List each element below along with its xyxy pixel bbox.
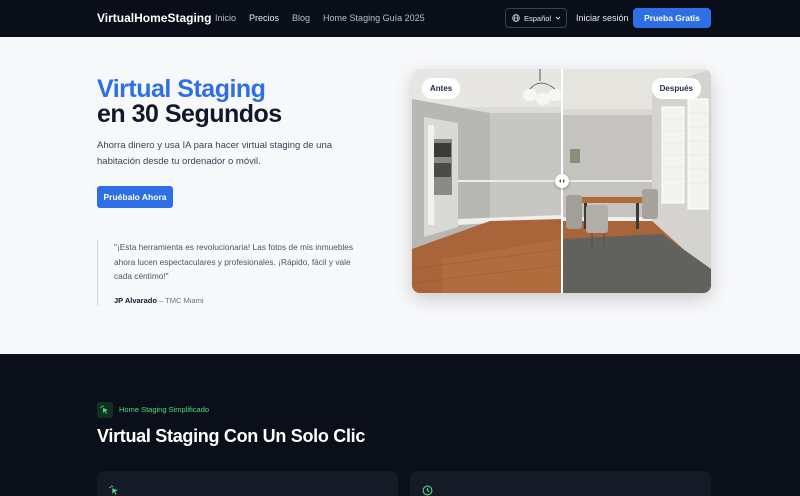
hero-title-line2: en 30 Segundos [97, 100, 282, 128]
click-icon [109, 483, 120, 496]
drag-handle-icon [559, 179, 565, 183]
after-badge: Después [651, 78, 701, 99]
before-badge: Antes [422, 78, 461, 99]
testimonial: "¡Esta herramienta es revolucionaria! La… [97, 240, 367, 306]
nav-link-guide[interactable]: Home Staging Guía 2025 [323, 13, 425, 23]
logo[interactable]: VirtualHomeStaging [97, 11, 211, 25]
feature-card [97, 471, 398, 496]
section-tag: Home Staging Simplificado [119, 405, 210, 414]
globe-icon [512, 14, 520, 22]
clock-icon [422, 483, 433, 496]
sparkle-cursor-icon [97, 402, 113, 418]
login-link[interactable]: Iniciar sesión [576, 13, 629, 23]
author-name: JP Alvarado [114, 296, 157, 305]
feature-card [410, 471, 711, 496]
nav-link-blog[interactable]: Blog [292, 13, 310, 23]
nav-links: Inicio Precios Blog Home Staging Guía 20… [215, 13, 438, 23]
top-navbar: VirtualHomeStaging Inicio Precios Blog H… [0, 0, 800, 37]
features-section: Home Staging Simplificado Virtual Stagin… [0, 354, 800, 496]
before-after-comparison[interactable]: Antes Después [412, 69, 711, 293]
nav-link-inicio[interactable]: Inicio [215, 13, 236, 23]
hero-section: Virtual Staging en 30 Segundos Ahorra di… [0, 37, 800, 354]
nav-link-precios[interactable]: Precios [249, 13, 279, 23]
compare-slider-handle[interactable] [555, 174, 569, 188]
chevron-down-icon [555, 16, 561, 20]
hero-description: Ahorra dinero y usa IA para hacer virtua… [97, 140, 333, 167]
free-trial-button[interactable]: Prueba Gratis [633, 8, 711, 28]
author-company: – TMC Miami [156, 296, 204, 305]
language-selector[interactable]: Español [505, 8, 567, 28]
language-label: Español [524, 13, 552, 23]
try-now-button[interactable]: Pruébalo Ahora [97, 186, 173, 208]
testimonial-author: JP Alvarado – TMC Miami [114, 296, 203, 305]
section-title: Virtual Staging Con Un Solo Clic [97, 426, 366, 446]
testimonial-quote: "¡Esta herramienta es revolucionaria! La… [114, 242, 354, 281]
